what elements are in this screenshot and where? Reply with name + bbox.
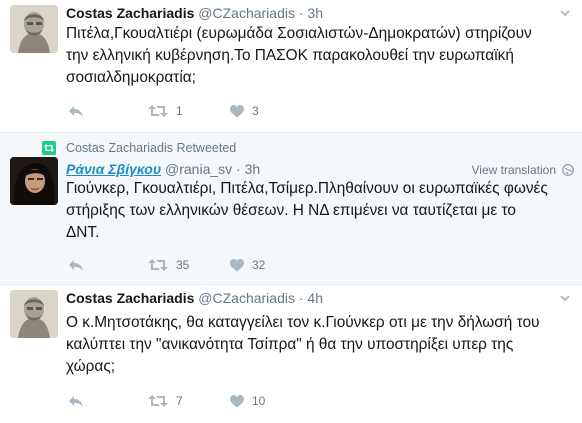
retweet-icon xyxy=(148,395,168,407)
tweet-header: Costas Zachariadis @CZachariadis · 4h xyxy=(66,289,323,307)
reply-button[interactable] xyxy=(68,256,84,274)
author-name[interactable]: Ράνια Σβίγκου xyxy=(66,161,161,177)
retweet-icon xyxy=(148,259,168,271)
tweet[interactable]: Costas Zachariadis @CZachariadis · 4h Ο … xyxy=(0,285,582,423)
retweet-button[interactable]: 35 xyxy=(148,256,189,274)
retweet-count: 7 xyxy=(176,394,183,408)
retweet-context: Costas Zachariadis Retweeted xyxy=(42,140,236,156)
like-count: 32 xyxy=(252,258,266,272)
tweet[interactable]: Costas Zachariadis @CZachariadis · 3h Πι… xyxy=(0,0,582,133)
author-name[interactable]: Costas Zachariadis xyxy=(66,290,194,306)
avatar[interactable] xyxy=(10,157,58,205)
reply-icon xyxy=(69,396,83,407)
tweet-header: Costas Zachariadis @CZachariadis · 3h xyxy=(66,4,323,22)
avatar[interactable] xyxy=(10,290,58,338)
author-handle[interactable]: @CZachariadis xyxy=(198,5,295,21)
chevron-down-icon[interactable] xyxy=(558,6,572,20)
like-button[interactable]: 10 xyxy=(230,392,265,410)
tweet-header: Ράνια Σβίγκου @rania_sv · 3h xyxy=(66,160,260,178)
separator-dot: · xyxy=(298,290,304,306)
retweet-context-label[interactable]: Costas Zachariadis Retweeted xyxy=(66,141,236,155)
avatar[interactable] xyxy=(10,5,58,53)
retweet-count: 35 xyxy=(176,258,190,272)
like-count: 3 xyxy=(252,104,259,118)
tweet-text-line: χώρας; xyxy=(66,358,116,375)
retweet-button[interactable]: 7 xyxy=(148,392,183,410)
view-translation-label: View translation xyxy=(471,163,557,177)
like-button[interactable]: 32 xyxy=(230,256,265,274)
retweet-count: 1 xyxy=(176,104,183,118)
heart-icon xyxy=(230,258,244,271)
heart-icon xyxy=(230,104,244,117)
chevron-down-icon[interactable] xyxy=(558,291,572,305)
reply-button[interactable] xyxy=(68,392,84,410)
tweet-text: Ο κ.Μητσοτάκης, θα καταγγείλει τον κ.Γιο… xyxy=(66,312,572,378)
tweet-text-line: σοσιαλδημοκρατία; xyxy=(66,69,196,86)
heart-icon xyxy=(230,394,244,407)
author-handle[interactable]: @rania_sv xyxy=(165,161,232,177)
globe-icon xyxy=(562,164,574,176)
tweet-text-line: στήριξης των ελληνικών θέσεων. Η ΝΔ επιμ… xyxy=(66,202,516,219)
retweet-icon xyxy=(148,105,168,117)
tweet-text-line: ΔΝΤ. xyxy=(66,224,100,241)
like-button[interactable]: 3 xyxy=(230,102,259,120)
retweet-icon xyxy=(42,141,56,155)
tweet-timestamp[interactable]: 4h xyxy=(307,290,323,306)
like-count: 10 xyxy=(252,394,266,408)
tweet-text-line: Ο κ.Μητσοτάκης, θα καταγγείλει τον κ.Γιο… xyxy=(66,314,540,331)
tweet-actions: 1 3 xyxy=(66,102,366,120)
tweet-text-line: Πιτέλα,Γκουαλτιέρι (ευρωμάδα Σοσιαλιστών… xyxy=(66,25,532,42)
author-name[interactable]: Costas Zachariadis xyxy=(66,5,194,21)
author-handle[interactable]: @CZachariadis xyxy=(198,290,295,306)
tweet-timestamp[interactable]: 3h xyxy=(307,5,323,21)
tweet-text-line: την ελληνική κυβέρνηση.Το ΠΑΣΟΚ παρακολο… xyxy=(66,47,514,64)
tweet[interactable]: Costas Zachariadis Retweeted Ράνια Σβίγκ… xyxy=(0,133,582,285)
tweet-actions: 35 32 xyxy=(66,256,366,274)
reply-button[interactable] xyxy=(68,102,84,120)
view-translation-link[interactable]: View translation xyxy=(472,163,575,177)
tweet-timestamp[interactable]: 3h xyxy=(245,161,261,177)
tweet-text-line: καλύπτει την "ανικανότητα Τσίπρα" ή θα τ… xyxy=(66,336,514,353)
tweet-actions: 7 10 xyxy=(66,392,366,410)
separator-dot: · xyxy=(236,161,241,177)
reply-icon xyxy=(69,106,83,117)
tweet-text: Γιούνκερ, Γκουαλτιέρι, Πιτέλα,Τσίμερ.Πλη… xyxy=(66,178,572,244)
tweet-text: Πιτέλα,Γκουαλτιέρι (ευρωμάδα Σοσιαλιστών… xyxy=(66,23,572,89)
retweet-button[interactable]: 1 xyxy=(148,102,183,120)
reply-icon xyxy=(69,260,83,271)
tweet-text-line: Γιούνκερ, Γκουαλτιέρι, Πιτέλα,Τσίμερ.Πλη… xyxy=(66,180,548,197)
separator-dot: · xyxy=(298,5,304,21)
